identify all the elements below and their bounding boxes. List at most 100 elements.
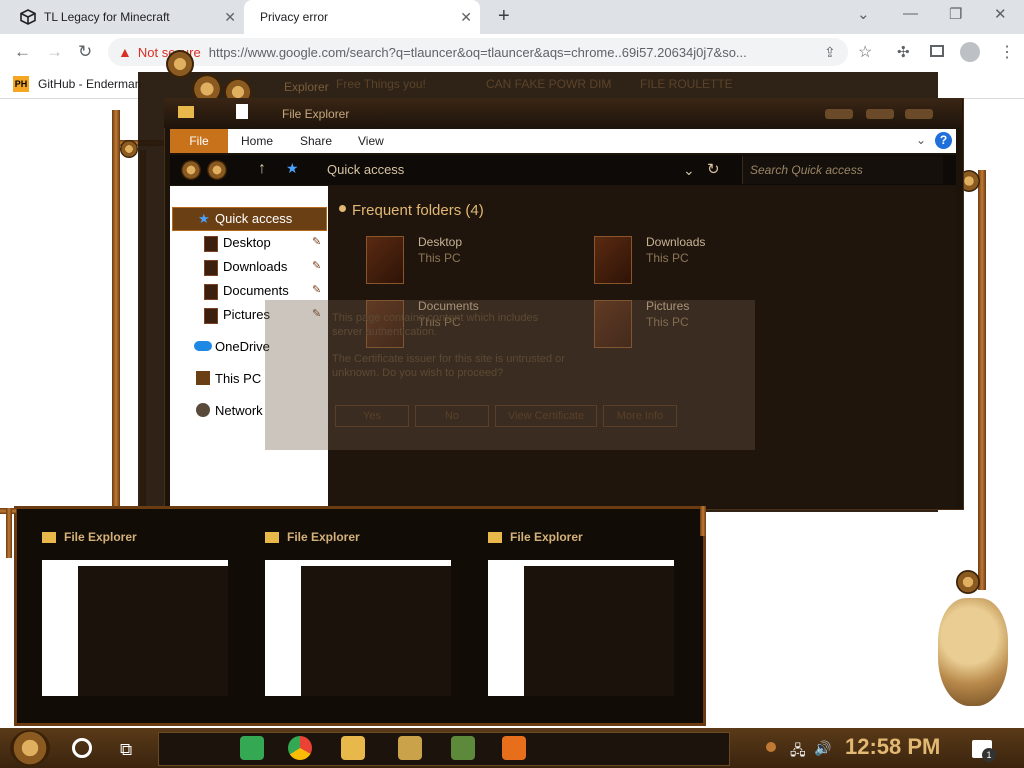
- this-pc-icon: [196, 371, 210, 385]
- ph-icon: PH: [13, 76, 29, 92]
- url-text[interactable]: https://www.google.com/search?q=tlauncer…: [209, 45, 769, 60]
- properties-icon[interactable]: [236, 104, 248, 119]
- folder-icon: [265, 532, 279, 543]
- lucky-patcher-icon[interactable]: [398, 736, 422, 760]
- tab-title: Privacy error: [260, 10, 329, 24]
- profile-avatar[interactable]: [960, 42, 980, 62]
- new-tab-icon[interactable]: +: [498, 5, 510, 28]
- nav-item-documents[interactable]: Documents: [223, 283, 289, 298]
- location-text[interactable]: Quick access: [327, 162, 404, 177]
- star-icon[interactable]: ☆: [858, 42, 872, 62]
- section-title[interactable]: Frequent folders (4): [352, 202, 484, 219]
- nav-item-pictures[interactable]: Pictures: [223, 307, 270, 322]
- folder-name[interactable]: Desktop: [418, 235, 462, 249]
- cube-icon: [20, 9, 36, 25]
- nav-item-quick-access[interactable]: Quick access: [215, 211, 292, 226]
- background-tab[interactable]: CAN FAKE POWR DIM: [486, 77, 611, 91]
- thumbnail-title[interactable]: File Explorer: [64, 530, 137, 544]
- extensions-icon[interactable]: ✣: [897, 43, 910, 61]
- start-button[interactable]: [10, 730, 50, 766]
- folder-location: This PC: [646, 251, 689, 265]
- folder-icon: [42, 532, 56, 543]
- pin-icon[interactable]: ✎: [312, 283, 321, 296]
- tab-title: TL Legacy for Minecraft: [44, 10, 170, 24]
- folder-name[interactable]: Downloads: [646, 235, 705, 249]
- share-icon[interactable]: ⇪: [824, 44, 836, 61]
- close-window-icon[interactable]: ✕: [994, 5, 1007, 23]
- nav-item-onedrive[interactable]: OneDrive: [215, 339, 270, 354]
- minimize-icon[interactable]: [825, 109, 853, 119]
- background-tab[interactable]: Free Things you!: [336, 77, 426, 91]
- expand-ribbon-icon[interactable]: ⌄: [916, 133, 926, 147]
- tab-share[interactable]: Share: [300, 134, 332, 148]
- pin-icon[interactable]: ✎: [312, 259, 321, 272]
- help-icon[interactable]: ?: [935, 132, 952, 149]
- pin-icon[interactable]: ✎: [312, 235, 321, 248]
- address-bar[interactable]: ▲ Not secure https://www.google.com/sear…: [108, 38, 848, 66]
- close-icon[interactable]: [905, 109, 933, 119]
- close-tab-icon[interactable]: ✕: [224, 9, 236, 26]
- window-thumbnail[interactable]: [488, 560, 674, 696]
- desktop-folder-icon[interactable]: [366, 236, 404, 284]
- nav-item-desktop[interactable]: Desktop: [223, 235, 271, 250]
- thumbnail-title[interactable]: File Explorer: [510, 530, 583, 544]
- volume-icon[interactable]: 🔊: [814, 740, 831, 757]
- back-icon[interactable]: ←: [14, 42, 31, 62]
- pipe-decoration: [112, 110, 120, 510]
- view-certificate-button[interactable]: View Certificate: [495, 405, 597, 427]
- search-icon[interactable]: [72, 738, 92, 758]
- menu-icon[interactable]: ⋮: [999, 42, 1015, 62]
- nav-item-this-pc[interactable]: This PC: [215, 371, 261, 386]
- maximize-icon[interactable]: [866, 109, 894, 119]
- bookmark-github[interactable]: GitHub - Enderman: [38, 77, 141, 91]
- minimize-icon[interactable]: —: [903, 5, 918, 22]
- tab-privacy-error[interactable]: Privacy error ✕: [244, 0, 480, 34]
- dialog-text: server authentication.: [332, 326, 438, 338]
- dialog-text: The Certificate issuer for this site is …: [332, 353, 565, 365]
- window-thumbnail[interactable]: [265, 560, 451, 696]
- thumbnail-title[interactable]: File Explorer: [287, 530, 360, 544]
- chevron-down-icon[interactable]: ⌄: [683, 162, 695, 179]
- reload-icon[interactable]: ↻: [78, 42, 92, 62]
- clock[interactable]: 12:58 PM: [845, 734, 940, 760]
- tab-search-icon[interactable]: ⌄: [857, 5, 870, 23]
- nav-item-network[interactable]: Network: [215, 403, 263, 418]
- more-info-button[interactable]: More Info: [603, 405, 677, 427]
- pressure-gauge-icon: [166, 50, 194, 78]
- hamster-mascot: [938, 598, 1008, 706]
- show-hidden-icons[interactable]: [766, 742, 776, 752]
- close-tab-icon[interactable]: ✕: [460, 9, 472, 26]
- side-panel-icon[interactable]: [930, 45, 944, 57]
- search-placeholder[interactable]: Search Quick access: [750, 163, 863, 177]
- file-explorer-icon[interactable]: [341, 736, 365, 760]
- forward-icon[interactable]: [207, 160, 227, 180]
- network-icon[interactable]: 🖧: [790, 740, 806, 764]
- chrome-icon[interactable]: [288, 736, 312, 760]
- nav-item-downloads[interactable]: Downloads: [223, 259, 287, 274]
- star-icon: ★: [198, 211, 210, 226]
- documents-icon: [204, 284, 218, 300]
- yes-button[interactable]: Yes: [335, 405, 409, 427]
- tab-tl-legacy[interactable]: TL Legacy for Minecraft ✕: [8, 0, 244, 34]
- folder-icon: [178, 106, 194, 118]
- tab-file[interactable]: File: [170, 129, 228, 153]
- tab-home[interactable]: Home: [241, 134, 273, 148]
- back-icon[interactable]: [181, 160, 201, 180]
- restore-icon[interactable]: ❐: [949, 5, 962, 23]
- up-icon[interactable]: ↑: [258, 160, 266, 178]
- java-icon[interactable]: [502, 736, 526, 760]
- google-chat-icon[interactable]: [240, 736, 264, 760]
- background-window-title: Explorer: [284, 80, 329, 94]
- no-button[interactable]: No: [415, 405, 489, 427]
- refresh-icon[interactable]: ↻: [707, 160, 720, 178]
- warning-icon[interactable]: ▲: [118, 44, 132, 60]
- downloads-folder-icon[interactable]: [594, 236, 632, 284]
- window-thumbnail[interactable]: [42, 560, 228, 696]
- background-tab[interactable]: FILE ROULETTE: [640, 77, 733, 91]
- minecraft-icon[interactable]: [451, 736, 475, 760]
- task-view-icon[interactable]: ⧉: [120, 740, 132, 760]
- forward-icon[interactable]: →: [46, 42, 63, 62]
- tab-view[interactable]: View: [358, 134, 384, 148]
- folder-icon: [488, 532, 502, 543]
- desktop-icon: [204, 236, 218, 252]
